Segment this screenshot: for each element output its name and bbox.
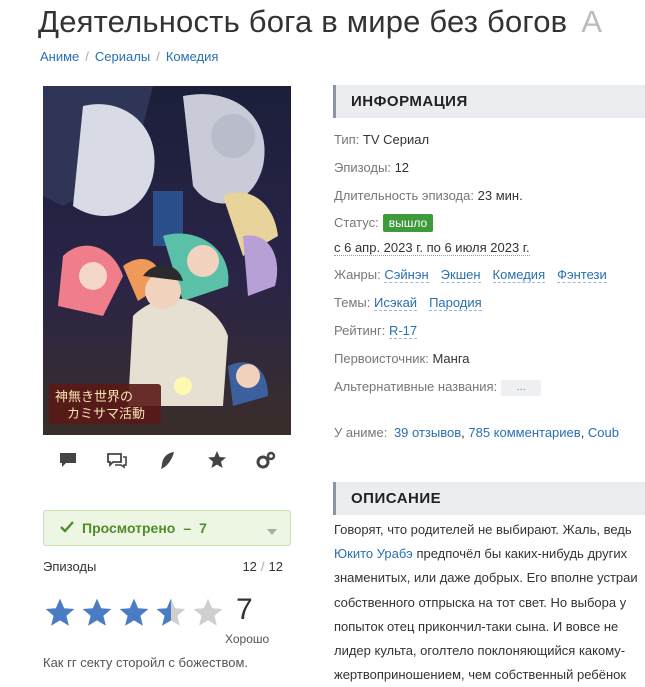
rating-score: 7 (236, 593, 253, 626)
info-genres: Жанры: Сэйнэн Экшен Комедия Фэнтези (334, 267, 607, 283)
episodes-watched[interactable]: 12 (242, 559, 256, 574)
rating-label: Хорошо (225, 632, 270, 646)
comment-icon[interactable] (56, 448, 80, 472)
user-note: Как гг секту сторойл с божеством. (43, 655, 248, 670)
star-icon[interactable] (80, 597, 114, 629)
poster-image[interactable]: 神無き世界の カミサマ活動 (43, 86, 291, 435)
chevron-down-icon (266, 523, 278, 539)
genre-link[interactable]: Сэйнэн (384, 267, 429, 283)
episodes-total: 12 (268, 559, 283, 574)
genre-link[interactable]: Фэнтези (557, 267, 607, 283)
page-title: Деятельность бога в мире без богов A (38, 4, 603, 39)
poster-actions (43, 448, 291, 472)
info-themes: Темы: Исэкай Пародия (334, 295, 482, 311)
watched-status-dropdown[interactable]: Просмотрено – 7 (43, 510, 291, 546)
anime-stats: У аниме: 39 отзывов, 785 комментариев, C… (334, 425, 619, 440)
star-icon[interactable] (117, 597, 151, 629)
feather-icon[interactable] (155, 448, 179, 472)
comments-icon[interactable] (105, 448, 129, 472)
info-duration: Длительность эпизода: 23 мин. (334, 188, 523, 203)
genre-link[interactable]: Экшен (440, 267, 481, 283)
description-text: Говорят, что родителей не выбирают. Жаль… (334, 522, 638, 683)
status-badge: вышло (382, 214, 434, 232)
info-rating: Рейтинг: R-17 (334, 323, 418, 339)
info-type: Тип: TV Сериал (334, 132, 430, 147)
episodes-label: Эпизоды (43, 559, 97, 574)
character-link[interactable]: Юкито Урабэ (334, 546, 413, 561)
episodes-progress: Эпизоды 12/12 (43, 559, 283, 574)
theme-link[interactable]: Исэкай (373, 295, 418, 311)
star-icon[interactable] (43, 597, 77, 629)
info-status: Статус: вышло (334, 214, 434, 232)
breadcrumb-series[interactable]: Сериалы (95, 49, 150, 64)
airing-dates[interactable]: с 6 апр. 2023 г. по 6 июля 2023 г. (334, 240, 530, 256)
breadcrumb-anime[interactable]: Аниме (40, 49, 79, 64)
age-rating-link[interactable]: R-17 (388, 323, 418, 339)
watched-label: Просмотрено (82, 520, 176, 536)
half-star-icon[interactable] (154, 597, 188, 629)
info-source: Первоисточник: Манга (334, 351, 470, 366)
comments-link[interactable]: 785 комментариев (468, 425, 580, 440)
star-icon[interactable] (205, 448, 229, 472)
reviews-link[interactable]: 39 отзывов (394, 425, 461, 440)
genre-link[interactable]: Комедия (492, 267, 546, 283)
breadcrumb: Аниме / Сериалы / Комедия (40, 49, 219, 64)
info-alt-names: Альтернативные названия:... (334, 379, 542, 396)
alt-names-toggle[interactable]: ... (501, 379, 542, 396)
breadcrumb-comedy[interactable]: Комедия (166, 49, 219, 64)
check-icon (60, 520, 74, 536)
coub-link[interactable]: Coub (588, 425, 619, 440)
cogs-icon[interactable] (254, 448, 278, 472)
poster-logo-line2: カミサマ活動 (67, 407, 145, 422)
poster-logo-line1: 神無き世界の (55, 390, 133, 405)
title-overflow: A (581, 4, 603, 39)
info-episodes: Эпизоды: 12 (334, 160, 410, 175)
empty-star-icon[interactable] (191, 597, 225, 629)
info-heading: ИНФОРМАЦИЯ (333, 85, 645, 118)
watched-count: 7 (199, 520, 207, 536)
description-heading: ОПИСАНИЕ (333, 482, 645, 515)
theme-link[interactable]: Пародия (429, 295, 482, 311)
user-rating-stars[interactable] (43, 597, 225, 629)
